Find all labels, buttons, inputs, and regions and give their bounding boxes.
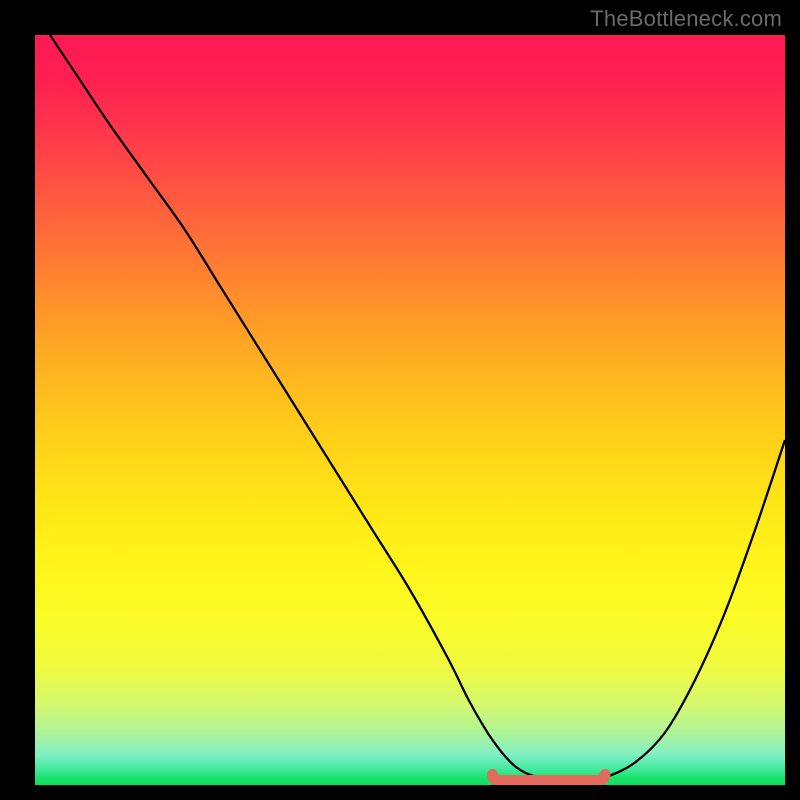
optimal-range-marker	[493, 775, 606, 781]
chart-plot-area	[35, 35, 785, 785]
attribution-text: TheBottleneck.com	[590, 6, 782, 32]
chart-svg	[35, 35, 785, 785]
bottleneck-curve	[50, 35, 785, 783]
